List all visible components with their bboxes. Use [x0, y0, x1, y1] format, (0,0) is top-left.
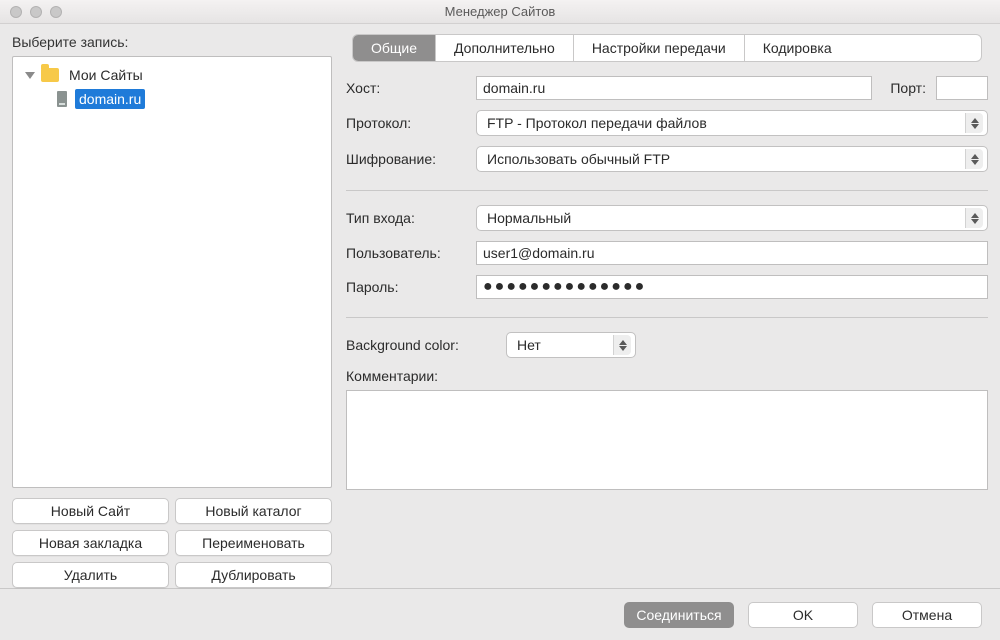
tree-root-label: Мои Сайты [65, 65, 147, 85]
window-title: Менеджер Сайтов [10, 4, 990, 19]
tree-entry-label: domain.ru [75, 89, 145, 109]
protocol-label: Протокол: [346, 115, 476, 131]
settings-panel: Общие Дополнительно Настройки передачи К… [346, 34, 988, 588]
chevron-updown-icon [965, 208, 983, 228]
comments-label: Комментарии: [346, 368, 506, 384]
logon-value: Нормальный [487, 210, 571, 226]
user-input[interactable] [476, 241, 988, 265]
comments-textarea[interactable] [346, 390, 988, 490]
chevron-updown-icon [965, 113, 983, 133]
row-comments-label: Комментарии: [346, 368, 988, 384]
close-window-icon[interactable] [10, 6, 22, 18]
disclosure-triangle-icon[interactable] [25, 72, 35, 79]
new-bookmark-button[interactable]: Новая закладка [12, 530, 169, 556]
row-password: Пароль: ●●●●●●●●●●●●●● [346, 275, 988, 299]
server-icon [57, 91, 67, 107]
sidebar: Выберите запись: Мои Сайты domain.ru Нов… [12, 34, 332, 588]
tree-root[interactable]: Мои Сайты [17, 63, 327, 87]
protocol-value: FTP - Протокол передачи файлов [487, 115, 707, 131]
tab-transfer[interactable]: Настройки передачи [574, 35, 745, 61]
duplicate-button[interactable]: Дублировать [175, 562, 332, 588]
sidebar-label: Выберите запись: [12, 34, 332, 50]
encryption-label: Шифрование: [346, 151, 476, 167]
chevron-updown-icon [613, 335, 631, 355]
row-user: Пользователь: [346, 241, 988, 265]
tab-charset[interactable]: Кодировка [745, 35, 850, 61]
password-label: Пароль: [346, 279, 476, 295]
new-site-button[interactable]: Новый Сайт [12, 498, 169, 524]
row-encryption: Шифрование: Использовать обычный FTP [346, 146, 988, 172]
ok-button[interactable]: OK [748, 602, 858, 628]
connect-button[interactable]: Соединиться [624, 602, 734, 628]
content: Выберите запись: Мои Сайты domain.ru Нов… [0, 24, 1000, 588]
divider [346, 317, 988, 318]
protocol-select[interactable]: FTP - Протокол передачи файлов [476, 110, 988, 136]
divider [346, 190, 988, 191]
user-label: Пользователь: [346, 245, 476, 261]
traffic-lights [10, 6, 62, 18]
minimize-window-icon[interactable] [30, 6, 42, 18]
titlebar: Менеджер Сайтов [0, 0, 1000, 24]
row-bgcolor: Background color: Нет [346, 332, 988, 358]
tab-general[interactable]: Общие [353, 35, 436, 61]
zoom-window-icon[interactable] [50, 6, 62, 18]
new-folder-button[interactable]: Новый каталог [175, 498, 332, 524]
logon-select[interactable]: Нормальный [476, 205, 988, 231]
row-logon: Тип входа: Нормальный [346, 205, 988, 231]
encryption-value: Использовать обычный FTP [487, 151, 670, 167]
site-tree[interactable]: Мои Сайты domain.ru [12, 56, 332, 488]
folder-icon [41, 68, 59, 82]
delete-button[interactable]: Удалить [12, 562, 169, 588]
row-protocol: Протокол: FTP - Протокол передачи файлов [346, 110, 988, 136]
password-input[interactable]: ●●●●●●●●●●●●●● [476, 275, 988, 299]
sidebar-buttons: Новый Сайт Новый каталог Новая закладка … [12, 498, 332, 588]
bgcolor-value: Нет [517, 337, 541, 353]
tab-advanced[interactable]: Дополнительно [436, 35, 574, 61]
host-label: Хост: [346, 80, 476, 96]
logon-label: Тип входа: [346, 210, 476, 226]
bgcolor-select[interactable]: Нет [506, 332, 636, 358]
encryption-select[interactable]: Использовать обычный FTP [476, 146, 988, 172]
port-label: Порт: [890, 80, 926, 96]
tabs: Общие Дополнительно Настройки передачи К… [352, 34, 982, 62]
port-input[interactable] [936, 76, 988, 100]
tree-entry[interactable]: domain.ru [17, 87, 327, 111]
host-input[interactable] [476, 76, 872, 100]
bgcolor-label: Background color: [346, 337, 506, 353]
cancel-button[interactable]: Отмена [872, 602, 982, 628]
rename-button[interactable]: Переименовать [175, 530, 332, 556]
chevron-updown-icon [965, 149, 983, 169]
footer: Соединиться OK Отмена [0, 588, 1000, 640]
row-host: Хост: Порт: [346, 76, 988, 100]
